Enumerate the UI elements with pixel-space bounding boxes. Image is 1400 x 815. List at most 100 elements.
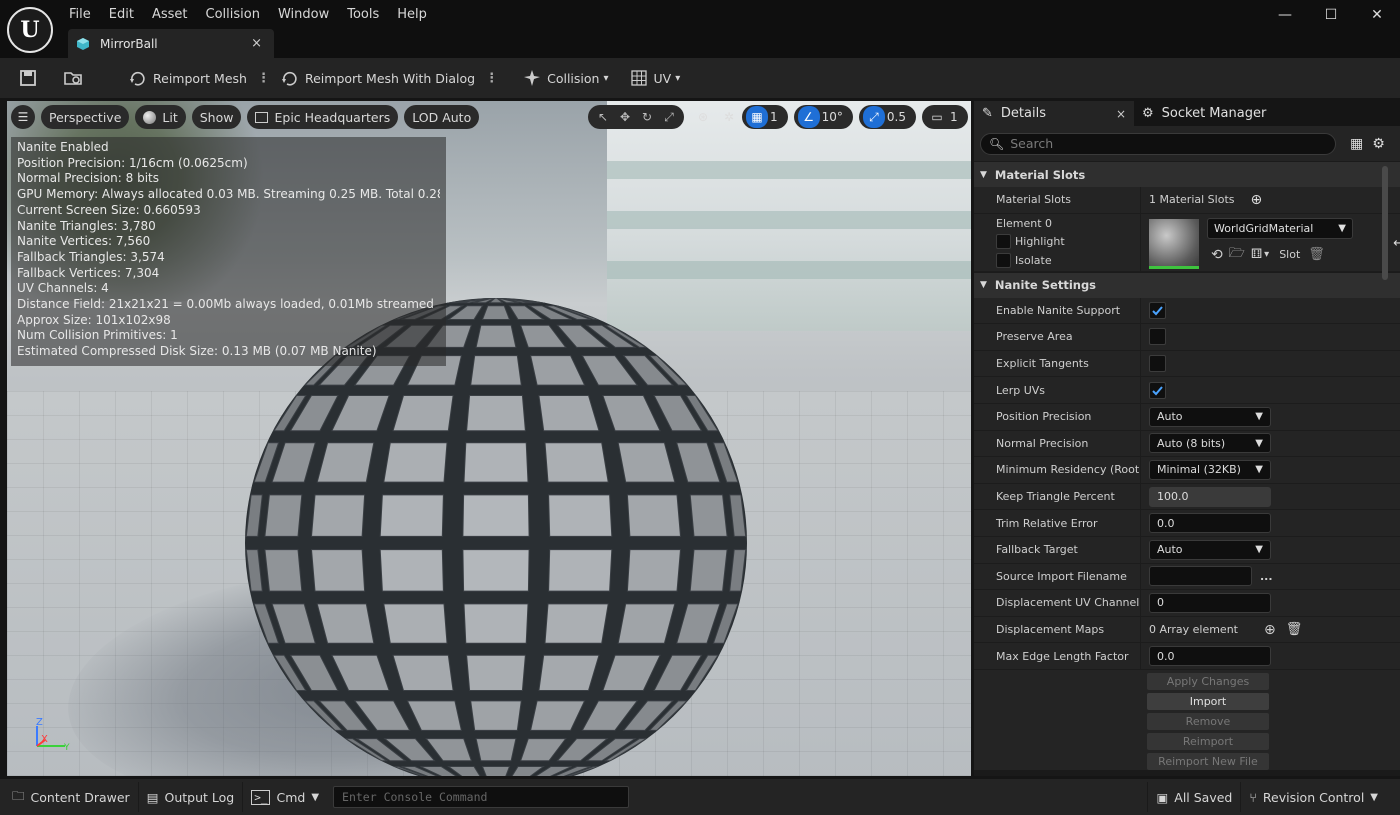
menu-help[interactable]: Help bbox=[388, 4, 436, 25]
reimport-options-menu[interactable]: ⋮ bbox=[257, 71, 270, 86]
output-log-button[interactable]: ▤ Output Log bbox=[139, 782, 244, 812]
tab-socket-manager[interactable]: ⚙ Socket Manager bbox=[1134, 101, 1274, 126]
menu-asset[interactable]: Asset bbox=[143, 4, 197, 25]
scale-snap-value[interactable]: 0.5 bbox=[885, 110, 912, 124]
checkmark-icon bbox=[1152, 306, 1163, 316]
add-slot-icon[interactable]: ⊕ bbox=[1251, 192, 1263, 208]
prop-dropdown[interactable]: Minimal (32KB) ▼ bbox=[1149, 459, 1271, 480]
angle-snap-value[interactable]: 10° bbox=[820, 110, 849, 124]
lod-button[interactable]: LOD Auto bbox=[404, 105, 480, 129]
console-command-field[interactable] bbox=[333, 786, 630, 808]
menu-file[interactable]: File bbox=[60, 4, 100, 25]
reimport-mesh-button[interactable]: Reimport Mesh bbox=[122, 64, 253, 92]
browse-icon[interactable]: 🗁 bbox=[1229, 244, 1245, 266]
camera-speed-button[interactable]: ▭ 1 bbox=[922, 105, 968, 129]
scale-snap-icon: ⤢ bbox=[862, 106, 885, 128]
delete-slot-icon[interactable]: 🗑 bbox=[1308, 247, 1325, 262]
prop-checkbox[interactable] bbox=[1149, 355, 1166, 373]
material-name: WorldGridMaterial bbox=[1214, 221, 1314, 235]
maximize-button[interactable]: ☐ bbox=[1308, 0, 1354, 30]
angle-snap-toggle[interactable]: ∠ 10° bbox=[793, 105, 853, 129]
material-thumbnail[interactable] bbox=[1149, 218, 1199, 269]
minimize-button[interactable]: — bbox=[1262, 0, 1308, 30]
prop-checkbox[interactable] bbox=[1149, 301, 1166, 319]
surface-snap-icon[interactable]: ✲ bbox=[716, 106, 742, 128]
prop-number-field[interactable]: 0.0 bbox=[1149, 513, 1271, 534]
search-icon: 🔍︎ bbox=[989, 136, 1005, 151]
select-tool-icon[interactable]: ↖ bbox=[592, 106, 614, 128]
pencil-icon: ✎ bbox=[982, 106, 993, 121]
grid-snap-toggle[interactable]: ▦ 1 bbox=[742, 105, 788, 129]
menu-tools[interactable]: Tools bbox=[338, 4, 388, 25]
rotate-tool-icon[interactable]: ↻ bbox=[636, 106, 658, 128]
revision-control-button[interactable]: ⑂ Revision Control ▼ bbox=[1241, 782, 1386, 812]
scale-snap-toggle[interactable]: ⤢ 0.5 bbox=[858, 105, 917, 129]
revision-control-label: Revision Control bbox=[1262, 789, 1365, 805]
material-element-row: Element 0 Highlight Isolate WorldGridMat… bbox=[974, 213, 1400, 272]
filename-field[interactable] bbox=[1149, 566, 1252, 587]
tab-details[interactable]: ✎ Details × bbox=[974, 101, 1134, 126]
perspective-button[interactable]: Perspective bbox=[41, 105, 130, 129]
asset-tab-mirrorball[interactable]: MirrorBall × bbox=[68, 29, 274, 58]
unreal-logo[interactable]: U bbox=[7, 7, 53, 53]
cmd-dropdown[interactable]: >_ Cmd ▼ bbox=[243, 782, 327, 812]
menu-window[interactable]: Window bbox=[269, 4, 338, 25]
collision-dropdown[interactable]: Collision ▾ bbox=[516, 64, 614, 92]
section-nanite-settings[interactable]: ▼ Nanite Settings bbox=[974, 271, 1400, 298]
section-material-slots[interactable]: ▼ Material Slots bbox=[974, 161, 1400, 187]
nanite-action-button[interactable]: Reimport bbox=[1147, 732, 1269, 750]
browse-file-button[interactable]: ... bbox=[1260, 570, 1273, 583]
use-selected-icon[interactable]: ⟲ bbox=[1211, 247, 1223, 263]
prop-number-field[interactable]: 0.0 bbox=[1149, 646, 1271, 667]
nanite-action-button[interactable]: Apply Changes bbox=[1147, 672, 1269, 690]
search-input[interactable] bbox=[1010, 136, 1311, 151]
console-input[interactable] bbox=[342, 790, 629, 804]
details-search[interactable]: 🔍︎ bbox=[980, 132, 1336, 155]
prop-label: Max Edge Length Factor bbox=[996, 649, 1129, 663]
content-drawer-button[interactable]: 🗀 Content Drawer bbox=[0, 782, 139, 812]
all-saved-button[interactable]: ▣ All Saved bbox=[1147, 782, 1242, 812]
menu-edit[interactable]: Edit bbox=[100, 4, 143, 25]
highlight-checkbox[interactable] bbox=[996, 233, 1011, 249]
grid-snap-value[interactable]: 1 bbox=[768, 110, 784, 124]
prop-dropdown[interactable]: Auto ▼ bbox=[1149, 406, 1271, 427]
nanite-action-button[interactable]: Import bbox=[1147, 692, 1269, 710]
move-tool-icon[interactable]: ✥ bbox=[614, 106, 636, 128]
prop-number-field[interactable]: 0 bbox=[1149, 592, 1271, 613]
uv-dropdown[interactable]: UV ▾ bbox=[623, 64, 687, 92]
save-button[interactable] bbox=[12, 64, 49, 92]
browse-button[interactable] bbox=[57, 64, 94, 92]
environment-button[interactable]: Epic Headquarters bbox=[247, 105, 399, 129]
prop-dropdown[interactable]: Auto ▼ bbox=[1149, 539, 1271, 560]
table-view-icon[interactable]: ▦ bbox=[1350, 136, 1363, 152]
chevron-down-icon[interactable]: ▾ bbox=[1264, 249, 1269, 260]
add-element-icon[interactable]: ⊕ bbox=[1264, 622, 1276, 638]
settings-gear-icon[interactable]: ⚙ bbox=[1372, 136, 1385, 152]
close-window-button[interactable]: ✕ bbox=[1354, 0, 1400, 30]
reimport-mesh-dialog-button[interactable]: Reimport Mesh With Dialog bbox=[274, 64, 481, 92]
coordinate-space-icon[interactable]: ⊛ bbox=[690, 106, 716, 128]
prop-checkbox[interactable] bbox=[1149, 328, 1166, 346]
reimport-dialog-options-menu[interactable]: ⋮ bbox=[485, 71, 498, 86]
menu-collision[interactable]: Collision bbox=[197, 4, 269, 25]
prop-number-field[interactable]: 100.0 bbox=[1149, 486, 1271, 507]
reset-to-default-icon[interactable]: ↩ bbox=[1393, 236, 1400, 251]
viewport-menu-button[interactable]: ☰ bbox=[11, 105, 35, 129]
material-picker[interactable]: WorldGridMaterial ▼ bbox=[1207, 217, 1353, 239]
close-details-icon[interactable]: × bbox=[1116, 107, 1126, 121]
scale-tool-icon[interactable]: ⤢ bbox=[658, 106, 680, 128]
viewport[interactable]: Nanite Enabled Position Precision: 1/16c… bbox=[7, 101, 971, 776]
show-button[interactable]: Show bbox=[191, 105, 242, 129]
prop-dropdown[interactable]: Auto (8 bits) ▼ bbox=[1149, 433, 1271, 454]
close-tab-icon[interactable]: × bbox=[251, 36, 262, 51]
prop-checkbox[interactable] bbox=[1149, 381, 1166, 399]
reset-options-icon[interactable]: ⚅ bbox=[1251, 247, 1262, 262]
axis-x-label: X bbox=[41, 734, 48, 745]
details-scrollbar[interactable] bbox=[1382, 166, 1388, 280]
isolate-checkbox[interactable] bbox=[996, 252, 1011, 268]
output-log-icon: ▤ bbox=[146, 789, 159, 805]
nanite-action-button[interactable]: Reimport New File bbox=[1147, 752, 1269, 770]
lit-button[interactable]: Lit bbox=[135, 105, 186, 129]
clear-array-icon[interactable]: 🗑 bbox=[1286, 622, 1303, 637]
nanite-action-button[interactable]: Remove bbox=[1147, 712, 1269, 730]
